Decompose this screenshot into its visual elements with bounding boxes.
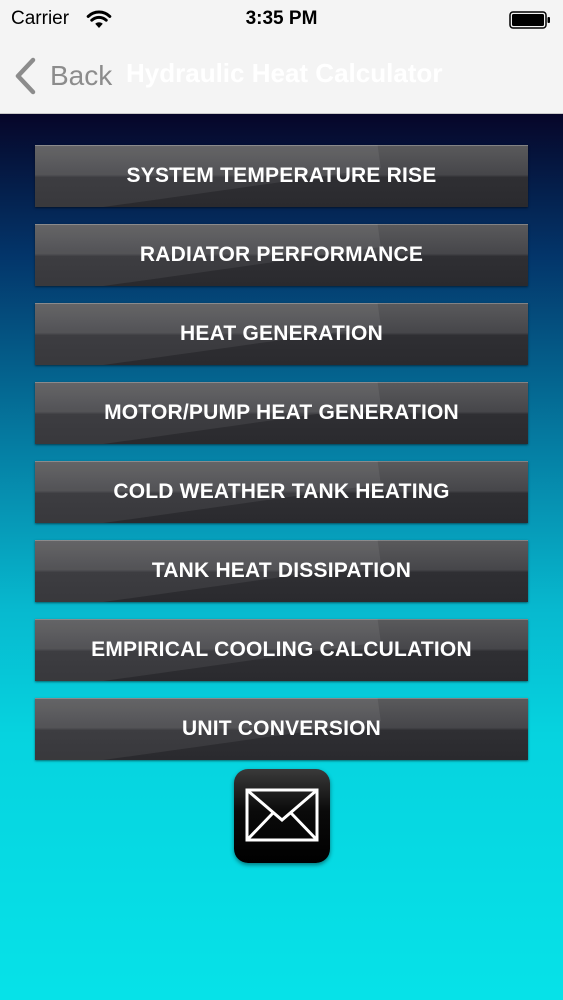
button-label: COLD WEATHER TANK HEATING (113, 480, 450, 503)
button-label: RADIATOR PERFORMANCE (139, 243, 424, 266)
envelope-icon (245, 788, 319, 842)
cold-weather-tank-heating-button[interactable]: COLD WEATHER TANK HEATING (35, 461, 528, 523)
battery-icon (509, 11, 550, 29)
button-label: HEAT GENERATION (180, 322, 383, 345)
system-temperature-rise-button[interactable]: SYSTEM TEMPERATURE RISE (35, 145, 528, 207)
status-bar: Carrier 3:35 PM (0, 0, 563, 40)
main-content: SYSTEM TEMPERATURE RISE RADIATOR PERFORM… (0, 114, 563, 1000)
empirical-cooling-calculation-button[interactable]: EMPIRICAL COOLING CALCULATION (35, 619, 528, 681)
tank-heat-dissipation-button[interactable]: TANK HEAT DISSIPATION (35, 540, 528, 602)
button-label: EMPIRICAL COOLING CALCULATION (91, 638, 472, 661)
button-label: TANK HEAT DISSIPATION (151, 559, 412, 582)
button-label: UNIT CONVERSION (181, 717, 381, 740)
back-label: Back (50, 60, 113, 91)
heat-generation-button[interactable]: HEAT GENERATION (35, 303, 528, 365)
radiator-performance-button[interactable]: RADIATOR PERFORMANCE (35, 224, 528, 286)
email-button[interactable] (234, 769, 330, 863)
back-button[interactable]: Back (12, 56, 112, 96)
chevron-left-icon (15, 57, 36, 95)
navigation-bar: Back Hydraulic Heat Calculator (0, 40, 563, 114)
motor-pump-heat-generation-button[interactable]: MOTOR/PUMP HEAT GENERATION (35, 382, 528, 444)
page-title: Hydraulic Heat Calculator (126, 58, 443, 88)
button-label: MOTOR/PUMP HEAT GENERATION (104, 401, 459, 424)
status-time: 3:35 PM (245, 8, 318, 29)
unit-conversion-button[interactable]: UNIT CONVERSION (35, 698, 528, 760)
button-label: SYSTEM TEMPERATURE RISE (126, 164, 437, 187)
